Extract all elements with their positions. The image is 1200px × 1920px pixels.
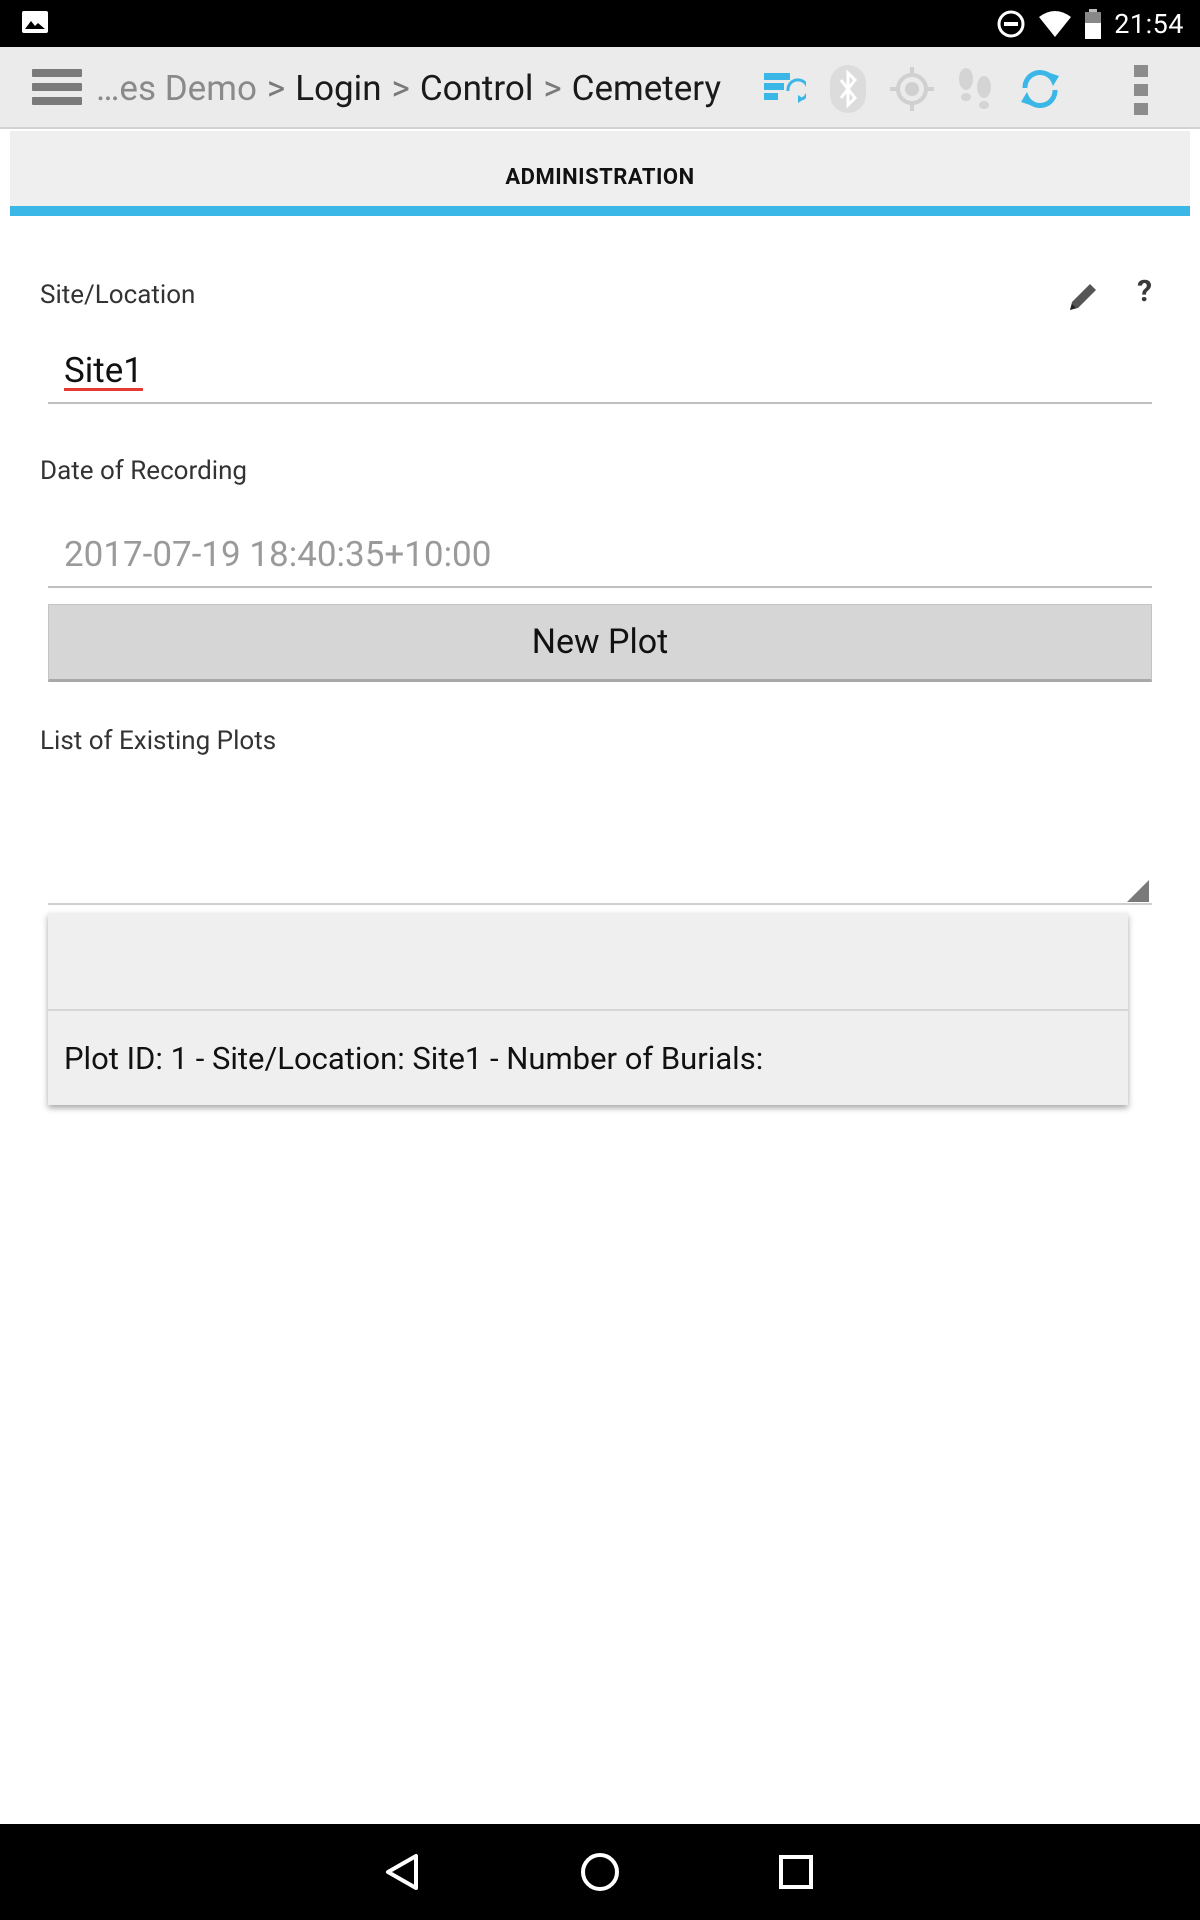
date-of-recording-value: 2017-07-19 18:40:35+10:00 (64, 534, 492, 575)
dropdown-option-plot-1[interactable]: Plot ID: 1 - Site/Location: Site1 - Numb… (48, 1011, 1128, 1105)
app-toolbar: …es Demo > Login > Control > Cemetery (0, 47, 1200, 129)
site-location-input[interactable]: Site1 (48, 344, 1152, 404)
dropdown-option-empty[interactable] (48, 913, 1128, 1011)
battery-icon (1085, 8, 1102, 39)
wifi-icon (1039, 10, 1072, 37)
breadcrumb-control[interactable]: Control (420, 68, 534, 109)
spinner-dropdown-arrow-icon[interactable] (1127, 880, 1149, 902)
clock: 21:54 (1114, 7, 1184, 40)
tab-administration[interactable]: ADMINISTRATION (10, 131, 1190, 216)
breadcrumb-separator: > (543, 67, 562, 109)
breadcrumb-login[interactable]: Login (295, 68, 381, 109)
date-of-recording-field[interactable]: 2017-07-19 18:40:35+10:00 (48, 516, 1152, 588)
site-location-value: Site1 (64, 350, 143, 391)
sync-server-icon[interactable] (760, 65, 808, 113)
breadcrumb-separator: > (391, 67, 410, 109)
overflow-menu-icon[interactable] (1134, 65, 1150, 117)
bluetooth-icon[interactable] (824, 65, 872, 113)
existing-plots-dropdown: Plot ID: 1 - Site/Location: Site1 - Numb… (48, 913, 1128, 1105)
do-not-disturb-icon (997, 10, 1025, 37)
form-content: Site/Location ? Site1 Date of Recording … (10, 216, 1190, 1824)
back-icon[interactable] (376, 1844, 432, 1900)
breadcrumb: …es Demo > Login > Control > Cemetery (96, 47, 721, 129)
status-bar: 21:54 (0, 0, 1200, 47)
tracking-footsteps-icon[interactable] (952, 65, 1000, 113)
tab-title: ADMINISTRATION (505, 165, 695, 190)
breadcrumb-cemetery[interactable]: Cemetery (572, 68, 721, 109)
breadcrumb-separator: > (266, 67, 286, 109)
new-plot-button[interactable]: New Plot (48, 604, 1152, 682)
breadcrumb-truncated[interactable]: …es Demo (96, 68, 257, 109)
navigation-bar (0, 1824, 1200, 1920)
recents-icon[interactable] (768, 1844, 824, 1900)
hamburger-menu-icon[interactable] (32, 69, 82, 109)
date-of-recording-label: Date of Recording (40, 456, 248, 486)
site-location-label: Site/Location (40, 280, 196, 310)
refresh-icon[interactable] (1016, 65, 1064, 113)
tab-active-indicator (10, 206, 1190, 216)
gallery-notification-icon (22, 11, 48, 33)
gps-icon[interactable] (888, 65, 936, 113)
home-icon[interactable] (572, 1844, 628, 1900)
existing-plots-spinner[interactable] (48, 903, 1152, 905)
help-icon[interactable]: ? (1137, 274, 1152, 309)
existing-plots-label: List of Existing Plots (40, 726, 277, 756)
pencil-icon[interactable] (1066, 280, 1100, 314)
